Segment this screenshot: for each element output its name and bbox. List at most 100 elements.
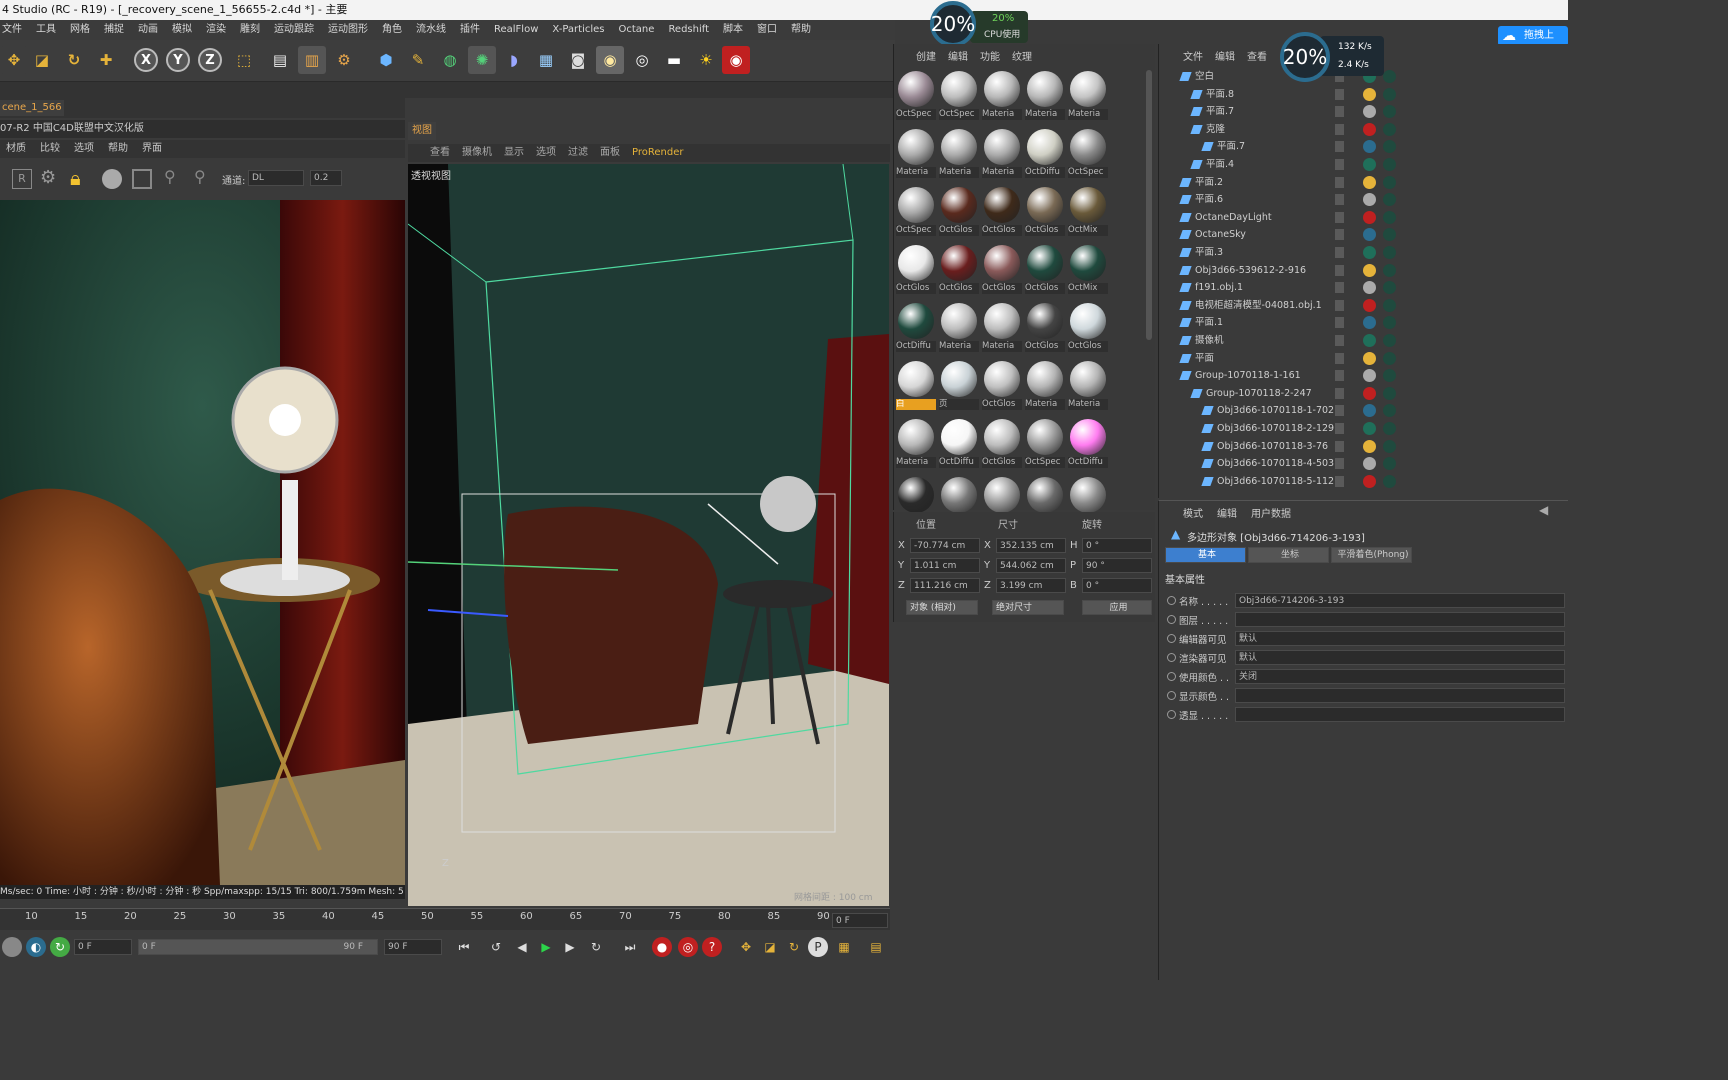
material-tag-icon[interactable] <box>1363 228 1376 242</box>
play-icon[interactable]: ▶ <box>536 937 556 957</box>
coordinate-mode-select[interactable]: 对象 (相对) <box>906 600 978 615</box>
material-swatch[interactable]: OctMix <box>1068 244 1108 294</box>
material-swatch[interactable]: OctDiffu <box>1068 418 1108 468</box>
size-y-field[interactable]: 544.062 cm <box>996 558 1066 573</box>
viewport-menu-item[interactable]: 面板 <box>600 144 620 162</box>
material-swatch[interactable]: OctGlos <box>982 418 1022 468</box>
autokey-icon[interactable]: ◎ <box>678 937 698 957</box>
attribute-value-field[interactable] <box>1235 688 1565 703</box>
material-swatch[interactable]: Materia <box>1068 360 1108 410</box>
menu-item[interactable]: 帮助 <box>791 20 811 40</box>
light-icon[interactable]: ◉ <box>596 46 624 74</box>
attribute-tab[interactable]: 平滑着色(Phong) <box>1331 547 1412 563</box>
attribute-value-field[interactable] <box>1235 707 1565 722</box>
octane-tag-icon[interactable] <box>1383 105 1396 119</box>
octane-tag-icon[interactable] <box>1383 263 1396 277</box>
tab-scene[interactable]: cene_1_566 <box>0 100 64 116</box>
object-row[interactable]: Obj3d66-1070118-3-76 <box>1159 438 1569 455</box>
material-swatch[interactable]: OctSpec <box>1025 418 1065 468</box>
frame-range-slider[interactable]: 0 F 90 F <box>138 939 378 955</box>
octane-tag-icon[interactable] <box>1383 334 1396 347</box>
octane-tag-icon[interactable] <box>1383 140 1396 154</box>
menu-item[interactable]: 插件 <box>460 20 480 40</box>
viewport-menu-item[interactable]: 过滤 <box>568 144 588 162</box>
viewport-menu-item[interactable]: 摄像机 <box>462 144 492 162</box>
sphere-icon[interactable] <box>2 937 22 957</box>
material-swatch[interactable]: OctDiffu <box>1025 128 1065 178</box>
material-swatch[interactable]: OctDiffu <box>896 302 936 352</box>
pv-menu-item[interactable]: 界面 <box>142 140 162 158</box>
region-icon[interactable] <box>132 169 152 189</box>
material-tag-icon[interactable] <box>1363 158 1376 171</box>
key-rotation-icon[interactable]: ↻ <box>784 937 804 957</box>
object-row[interactable]: 摄像机 <box>1159 332 1569 349</box>
rot-h-field[interactable]: 0 ° <box>1082 538 1152 553</box>
visibility-toggle-icon[interactable] <box>1335 229 1344 241</box>
menu-item[interactable]: 工具 <box>36 20 56 40</box>
object-row[interactable]: 电视柜超清模型-04081.obj.1 <box>1159 297 1569 314</box>
size-x-field[interactable]: 352.135 cm <box>996 538 1066 553</box>
material-swatch[interactable]: OctSpec <box>939 70 979 120</box>
attribute-value-field[interactable]: Obj3d66-714206-3-193 <box>1235 593 1565 608</box>
attribute-menu-item[interactable]: 用户数据 <box>1251 505 1291 520</box>
octane-icon[interactable]: ◐ <box>26 937 46 957</box>
rot-p-field[interactable]: 90 ° <box>1082 558 1152 573</box>
pen-spline-icon[interactable]: ✎ <box>404 46 432 74</box>
material-menu-item[interactable]: 创建 <box>916 48 936 64</box>
visibility-toggle-icon[interactable] <box>1335 370 1344 382</box>
attribute-tab[interactable]: 基本 <box>1165 547 1246 563</box>
visibility-toggle-icon[interactable] <box>1335 282 1344 294</box>
object-row[interactable]: OctaneSky <box>1159 226 1569 243</box>
pos-x-field[interactable]: -70.774 cm <box>910 538 980 553</box>
material-tag-icon[interactable] <box>1363 87 1376 101</box>
object-row[interactable]: 平面.7 <box>1159 138 1569 155</box>
material-scrollbar[interactable] <box>1146 70 1152 340</box>
octane-tag-icon[interactable] <box>1383 175 1396 189</box>
material-swatch[interactable]: Materia <box>896 128 936 178</box>
upload-button[interactable]: ☁ 拖拽上 <box>1498 26 1568 46</box>
material-tag-icon[interactable] <box>1363 246 1376 259</box>
pv-menu-item[interactable]: 帮助 <box>108 140 128 158</box>
floor-icon[interactable]: ▦ <box>532 46 560 74</box>
material-swatch[interactable]: Materia <box>939 128 979 178</box>
camera-icon[interactable]: ◙ <box>564 46 592 74</box>
octane-tag-icon[interactable] <box>1383 298 1396 312</box>
visibility-toggle-icon[interactable] <box>1335 106 1344 118</box>
object-menu-item[interactable]: 查看 <box>1247 48 1267 64</box>
menu-item[interactable]: 雕刻 <box>240 20 260 40</box>
octane-tag-icon[interactable] <box>1383 351 1396 365</box>
viewport-menu-item[interactable]: 显示 <box>504 144 524 162</box>
octane-tag-icon[interactable] <box>1383 386 1396 400</box>
material-swatch[interactable]: Materia <box>982 302 1022 352</box>
visibility-toggle-icon[interactable] <box>1335 475 1344 487</box>
material-swatch[interactable]: Materia <box>982 128 1022 178</box>
material-swatch[interactable]: OctSpec <box>896 186 936 236</box>
next-frame-icon[interactable]: ▶ <box>560 937 580 957</box>
material-swatch[interactable]: OctMix <box>1068 186 1108 236</box>
octane-target-icon[interactable]: ◎ <box>628 46 656 74</box>
octane-tag-icon[interactable] <box>1383 228 1396 242</box>
rot-b-field[interactable]: 0 ° <box>1082 578 1152 593</box>
material-swatch[interactable]: Materia <box>896 418 936 468</box>
object-row[interactable]: Obj3d66-539612-2-916 <box>1159 262 1569 279</box>
visibility-toggle-icon[interactable] <box>1335 141 1344 153</box>
pos-y-field[interactable]: 1.011 cm <box>910 558 980 573</box>
menu-item[interactable]: 运动跟踪 <box>274 20 314 40</box>
material-swatch[interactable]: Materia <box>1025 360 1065 410</box>
material-swatch[interactable]: 白 <box>896 360 936 410</box>
live-select-icon[interactable]: ✚ <box>92 46 120 74</box>
attribute-tab[interactable]: 坐标 <box>1248 547 1329 563</box>
material-tag-icon[interactable] <box>1363 140 1376 154</box>
prev-key-icon[interactable]: ↺ <box>486 937 506 957</box>
menu-item[interactable]: X-Particles <box>552 20 604 40</box>
visibility-toggle-icon[interactable] <box>1335 335 1344 346</box>
menu-item[interactable]: 网格 <box>70 20 90 40</box>
material-menu-item[interactable]: 功能 <box>980 48 1000 64</box>
channel-select[interactable]: DL <box>248 170 304 186</box>
rotate-tool-icon[interactable]: ↻ <box>60 46 88 74</box>
octane-tag-icon[interactable] <box>1383 369 1396 383</box>
attribute-value-field[interactable]: 默认 <box>1235 650 1565 665</box>
pick-focus-icon[interactable]: ⚲ <box>194 167 212 189</box>
object-row[interactable]: 平面.2 <box>1159 174 1569 191</box>
menu-item[interactable]: 捕捉 <box>104 20 124 40</box>
